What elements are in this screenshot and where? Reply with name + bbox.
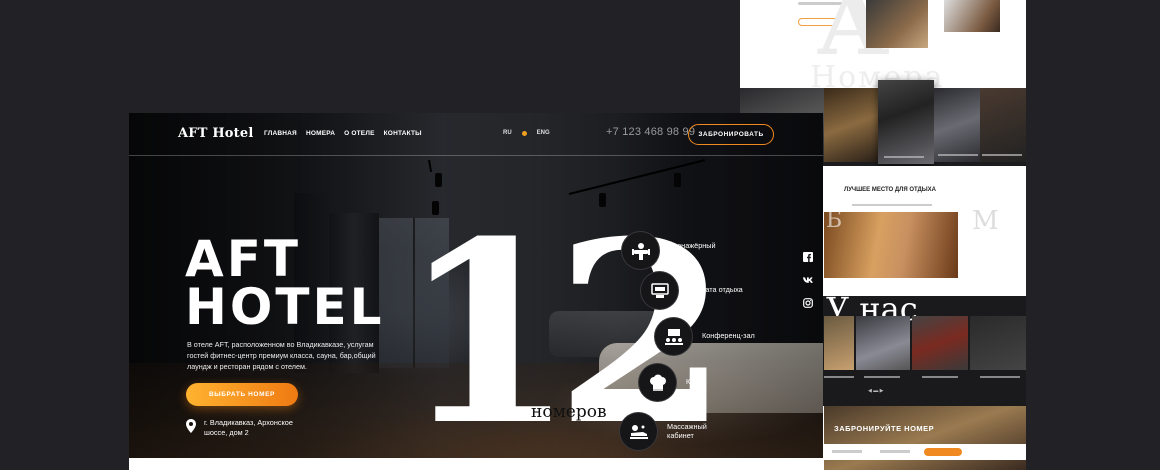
preview-caption xyxy=(922,376,958,378)
hero-title: AFT HOTEL xyxy=(185,230,385,336)
preview-room-photo xyxy=(944,0,1000,32)
next-section-edge xyxy=(129,458,823,470)
vk-icon[interactable] xyxy=(802,274,814,286)
main-nav: ГЛАВНАЯ НОМЕРА О ОТЕЛЕ КОНТАКТЫ xyxy=(264,130,422,137)
service-conference[interactable]: Конференц-зал xyxy=(654,317,758,356)
lang-ru[interactable]: RU xyxy=(503,130,512,136)
choose-room-button[interactable]: ВЫБРАТЬ НОМЕР xyxy=(186,383,298,406)
massage-icon xyxy=(619,412,658,451)
preview-room-card xyxy=(980,88,1026,162)
location-pin-icon xyxy=(186,419,196,433)
preview-caption xyxy=(864,376,900,378)
facebook-icon[interactable] xyxy=(802,251,814,263)
service-label: Тренажёрный зал xyxy=(669,241,716,259)
book-button[interactable]: ЗАБРОНИРОВАТЬ xyxy=(688,124,774,145)
preview-room-card xyxy=(824,88,878,162)
nav-contacts[interactable]: КОНТАКТЫ xyxy=(384,130,422,137)
preview-form-button xyxy=(924,448,962,456)
nav-home[interactable]: ГЛАВНАЯ xyxy=(264,130,297,137)
preview-booking: ЗАБРОНИРУЙТЕ НОМЕР xyxy=(824,406,1026,470)
preview-subtext xyxy=(852,204,932,206)
service-gym[interactable]: Тренажёрный зал xyxy=(621,231,725,270)
language-switch: RU ENG xyxy=(503,130,550,136)
service-lounge[interactable]: Комната отдыха xyxy=(640,271,744,310)
lang-toggle-dot[interactable] xyxy=(521,130,527,136)
preview-gallery-photo xyxy=(824,316,854,370)
preview-caption xyxy=(980,376,1020,378)
preview-gallery-photo xyxy=(856,316,910,370)
preview-gallery-photo xyxy=(912,316,968,370)
service-label: Комната отдыха xyxy=(688,285,743,295)
conference-icon xyxy=(654,317,693,356)
phone-number[interactable]: +7 123 468 98 99 xyxy=(606,126,695,138)
preview-form-field xyxy=(880,450,910,453)
header: AFT Hotel ГЛАВНАЯ НОМЕРА О ОТЕЛЕ КОНТАКТ… xyxy=(129,113,823,156)
lounge-icon xyxy=(640,271,679,310)
preview-room-card xyxy=(934,88,980,162)
service-kitchen[interactable]: Кухня xyxy=(638,363,742,402)
gym-icon xyxy=(621,231,660,270)
preview-best-heading: ЛУЧШЕЕ МЕСТО ДЛЯ ОТДЫХА xyxy=(843,187,937,193)
preview-watermark-letter: Б xyxy=(826,208,843,233)
chef-hat-icon xyxy=(638,363,677,402)
preview-room-card xyxy=(878,80,934,164)
hero-section: AFT Hotel ГЛАВНАЯ НОМЕРА О ОТЕЛЕ КОНТАКТ… xyxy=(129,113,823,470)
rooms-word: номеров xyxy=(531,402,607,422)
preview-form-field xyxy=(832,450,862,453)
logo[interactable]: AFT Hotel xyxy=(178,126,253,141)
nav-rooms[interactable]: НОМЕРА xyxy=(306,130,335,137)
preview-gallery-photo xyxy=(970,316,1026,370)
preview-watermark-letter: М xyxy=(972,206,999,236)
preview-sauna-photo xyxy=(824,212,958,278)
preview-booking-form xyxy=(824,444,1026,460)
service-label: Конференц-зал xyxy=(702,331,755,341)
preview-caption xyxy=(824,376,854,378)
lang-eng[interactable]: ENG xyxy=(537,130,550,136)
service-label: Кухня xyxy=(686,377,706,387)
service-label: Массажный кабинет xyxy=(667,422,707,440)
nav-about[interactable]: О ОТЕЛЕ xyxy=(344,130,375,137)
address-text: г. Владикавказ, Архонское шоссе, дом 2 xyxy=(204,418,293,437)
hero-title-line: AFT xyxy=(185,230,301,288)
hero-description: В отеле AFT, расположенном во Владикавка… xyxy=(187,340,376,371)
preview-slider-nav: ◀ ▬ ▶ xyxy=(868,388,884,394)
preview-top-section: A Номера xyxy=(740,0,1026,95)
preview-booking-title: ЗАБРОНИРУЙТЕ НОМЕР xyxy=(834,424,935,433)
preview-room-photo xyxy=(866,0,928,48)
service-massage[interactable]: Массажный кабинет xyxy=(619,412,723,451)
address: г. Владикавказ, Архонское шоссе, дом 2 xyxy=(186,418,314,438)
hero-title-line: HOTEL xyxy=(185,278,385,336)
instagram-icon[interactable] xyxy=(802,297,814,309)
